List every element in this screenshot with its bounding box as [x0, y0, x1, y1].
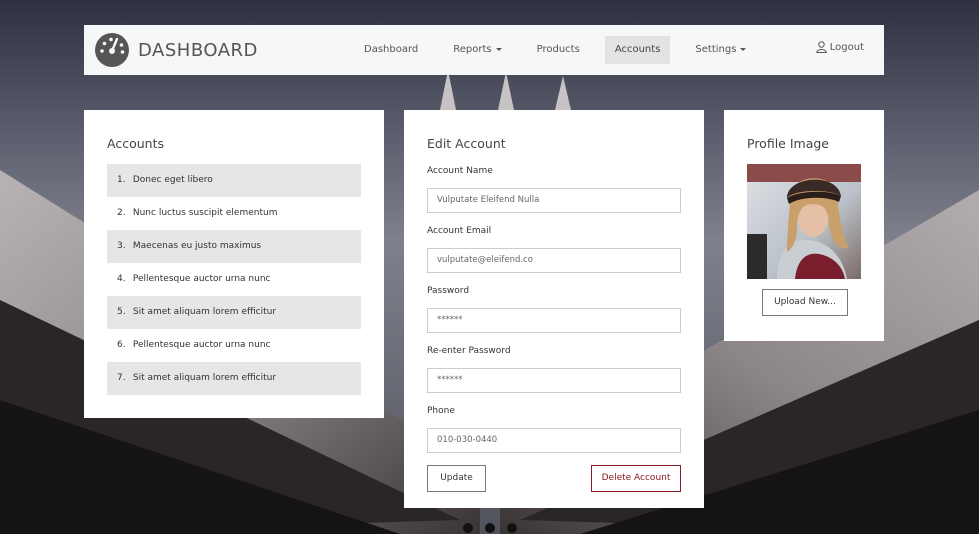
nav-label: Reports [453, 44, 492, 55]
logout-label: Logout [829, 41, 864, 53]
item-number: 2. [117, 208, 126, 218]
main-nav: Dashboard Reports Products Accounts Sett… [354, 36, 771, 64]
item-number: 1. [117, 175, 126, 185]
nav-dashboard[interactable]: Dashboard [354, 36, 428, 64]
profile-image-panel: Profile Image Upload New... [724, 110, 884, 341]
edit-account-title: Edit Account [427, 136, 506, 151]
update-button[interactable]: Update [427, 465, 486, 492]
edit-account-panel: Edit Account Account Name Vulputate Elei… [404, 110, 704, 508]
item-label: Donec eget libero [132, 175, 213, 185]
logout-link[interactable]: Logout [816, 41, 864, 53]
upload-new-button[interactable]: Upload New... [762, 289, 848, 316]
nav-reports[interactable]: Reports [443, 36, 511, 64]
brand[interactable]: DASHBOARD [94, 32, 258, 68]
caret-down-icon [495, 47, 502, 51]
item-number: 6. [117, 340, 126, 350]
item-number: 7. [117, 373, 126, 383]
account-name-label: Account Name [427, 166, 493, 176]
accounts-title: Accounts [107, 136, 164, 151]
nav-label: Accounts [614, 44, 661, 55]
list-item[interactable]: 2. Nunc luctus suscipit elementum [107, 197, 361, 230]
top-navbar: DASHBOARD Dashboard Reports Products Acc… [84, 25, 884, 75]
item-label: Maecenas eu justo maximus [132, 241, 262, 251]
item-label: Sit amet aliquam lorem efficitur [132, 307, 277, 317]
reenter-password-label: Re-enter Password [427, 346, 511, 356]
reenter-password-input[interactable]: ****** [427, 368, 681, 393]
list-item[interactable]: 1. Donec eget libero [107, 164, 361, 197]
password-input[interactable]: ****** [427, 308, 681, 333]
item-label: Sit amet aliquam lorem efficitur [132, 373, 277, 383]
nav-settings[interactable]: Settings [685, 36, 756, 64]
brand-title: DASHBOARD [138, 39, 258, 61]
list-item[interactable]: 5. Sit amet aliquam lorem efficitur [107, 296, 361, 329]
nav-products[interactable]: Products [527, 36, 590, 64]
account-email-label: Account Email [427, 226, 492, 236]
phone-label: Phone [427, 406, 455, 416]
password-label: Password [427, 286, 470, 296]
phone-input[interactable]: 010-030-0440 [427, 428, 681, 453]
list-item[interactable]: 3. Maecenas eu justo maximus [107, 230, 361, 263]
item-label: Pellentesque auctor urna nunc [132, 340, 271, 350]
nav-label: Products [536, 44, 580, 55]
list-item[interactable]: 7. Sit amet aliquam lorem efficitur [107, 362, 361, 395]
delete-account-button[interactable]: Delete Account [591, 465, 681, 492]
nav-accounts[interactable]: Accounts [604, 36, 671, 64]
speedometer-icon [95, 33, 129, 67]
item-number: 3. [117, 241, 126, 251]
item-number: 5. [117, 307, 126, 317]
item-label: Nunc luctus suscipit elementum [132, 208, 278, 218]
form-actions: Update Delete Account [427, 465, 681, 492]
account-name-input[interactable]: Vulputate Eleifend Nulla [427, 188, 681, 213]
profile-photo [747, 164, 861, 279]
account-email-input[interactable]: vulputate@eleifend.co [427, 248, 681, 273]
item-number: 4. [117, 274, 126, 284]
caret-down-icon [740, 47, 747, 51]
nav-label: Settings [695, 44, 737, 55]
accounts-panel: Accounts 1. Donec eget libero 2. Nunc lu… [84, 110, 384, 418]
user-icon [816, 41, 827, 53]
accounts-list: 1. Donec eget libero 2. Nunc luctus susc… [107, 164, 361, 395]
nav-label: Dashboard [364, 44, 419, 55]
list-item[interactable]: 4. Pellentesque auctor urna nunc [107, 263, 361, 296]
list-item[interactable]: 6. Pellentesque auctor urna nunc [107, 329, 361, 362]
profile-image-title: Profile Image [747, 136, 829, 151]
item-label: Pellentesque auctor urna nunc [132, 274, 271, 284]
